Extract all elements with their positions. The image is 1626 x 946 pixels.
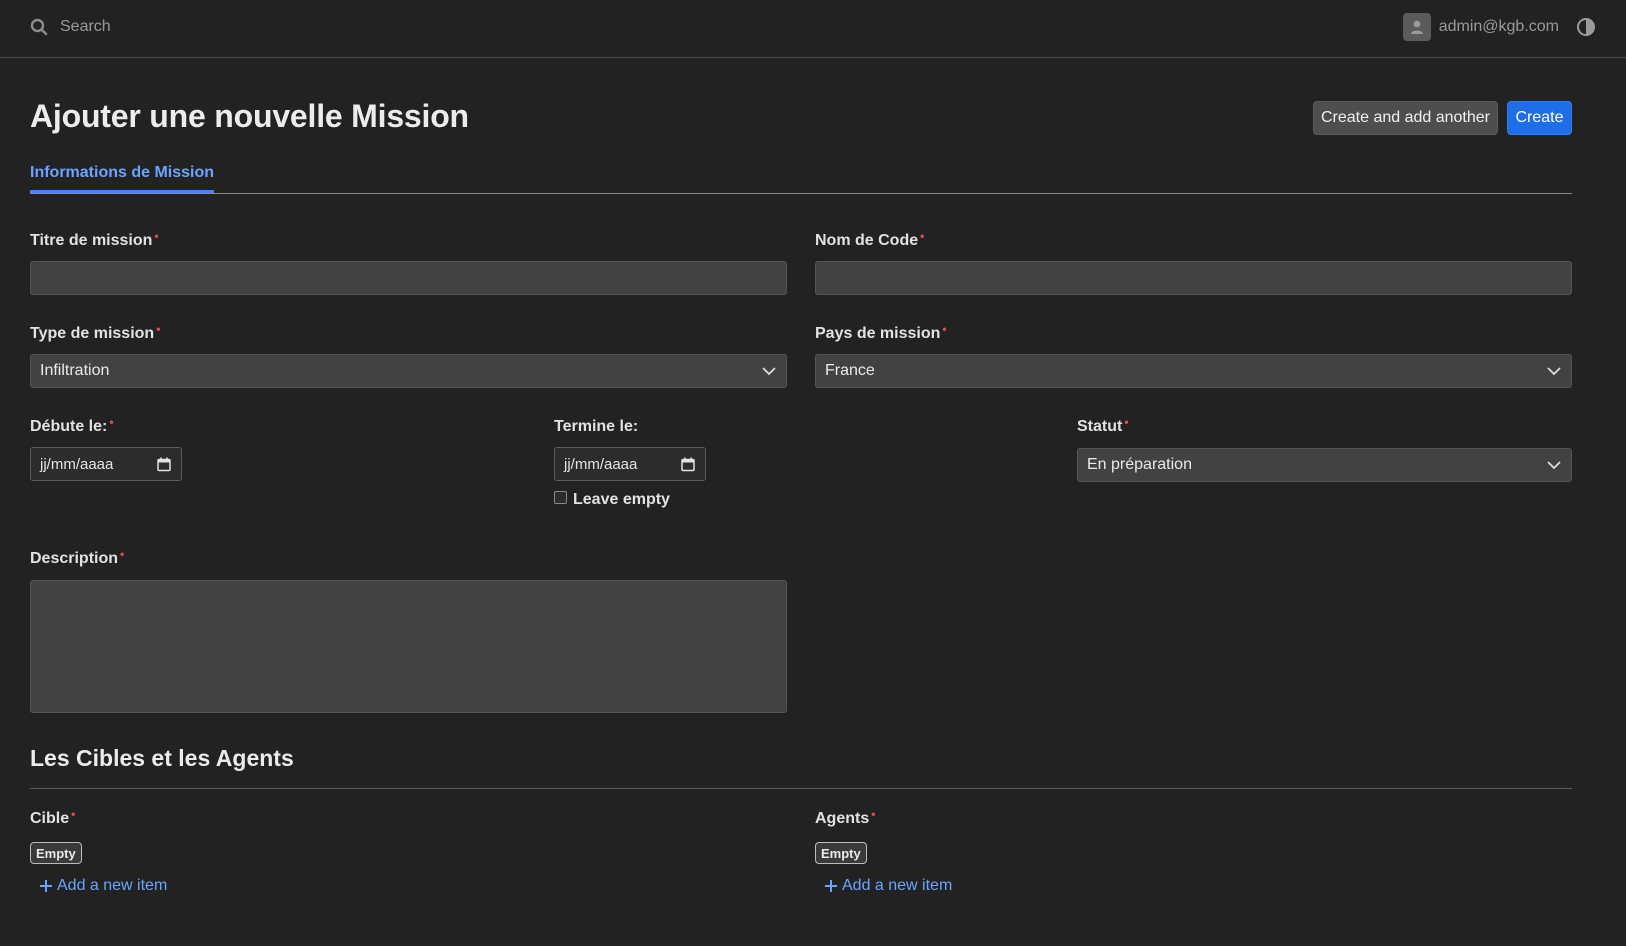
- required-marker: •: [1124, 415, 1129, 429]
- statut-value: En préparation: [1087, 456, 1192, 473]
- chevron-down-icon: [1547, 367, 1561, 376]
- statut-select[interactable]: En préparation: [1077, 448, 1572, 482]
- chevron-down-icon: [762, 367, 776, 376]
- section-divider: [30, 788, 1572, 789]
- required-marker: •: [871, 807, 876, 821]
- fin-date-input[interactable]: jj/mm/aaaa: [554, 447, 706, 481]
- statut-label-text: Statut: [1077, 418, 1123, 435]
- required-marker: •: [156, 322, 161, 336]
- required-marker: •: [154, 229, 159, 243]
- required-marker: •: [942, 322, 947, 336]
- titre-label-text: Titre de mission: [30, 232, 153, 249]
- nom-de-code-input[interactable]: [815, 261, 1572, 295]
- pays-label-text: Pays de mission: [815, 325, 941, 342]
- debut-label-text: Débute le:: [30, 418, 108, 435]
- create-and-add-another-button[interactable]: Create and add another: [1313, 101, 1498, 135]
- agents-label: Agents •: [815, 807, 876, 828]
- statut-label: Statut •: [1077, 415, 1129, 436]
- user-email[interactable]: admin@kgb.com: [1439, 18, 1559, 36]
- agents-empty-badge: Empty: [815, 842, 867, 864]
- cible-empty-badge: Empty: [30, 842, 82, 864]
- search-bar: [30, 16, 360, 38]
- cible-label: Cible •: [30, 807, 76, 828]
- required-marker: •: [71, 807, 76, 821]
- pays-de-mission-value: France: [825, 362, 875, 379]
- cible-add-item-label[interactable]: Add a new item: [57, 877, 167, 895]
- search-icon: [30, 18, 48, 36]
- required-marker: •: [920, 229, 925, 243]
- search-input[interactable]: [60, 18, 360, 36]
- user-menu[interactable]: admin@kgb.com: [1402, 12, 1596, 42]
- type-de-mission-value: Infiltration: [40, 362, 110, 379]
- leave-empty-checkbox[interactable]: [554, 491, 567, 504]
- calendar-icon[interactable]: [157, 457, 171, 472]
- cible-label-text: Cible: [30, 810, 70, 827]
- avatar[interactable]: [1402, 13, 1431, 41]
- description-label: Description •: [30, 547, 125, 568]
- fin-date-placeholder: jj/mm/aaaa: [564, 455, 638, 473]
- leave-empty-label[interactable]: Leave empty: [573, 491, 670, 509]
- agents-label-text: Agents: [815, 810, 870, 827]
- description-label-text: Description: [30, 550, 119, 567]
- debut-date-input[interactable]: jj/mm/aaaa: [30, 447, 182, 481]
- titre-label: Titre de mission •: [30, 229, 159, 250]
- page-title: Ajouter une nouvelle Mission: [30, 98, 469, 134]
- section-title: Les Cibles et les Agents: [30, 745, 294, 771]
- plus-icon: [40, 880, 52, 892]
- nom-code-label-text: Nom de Code: [815, 232, 919, 249]
- pays-de-mission-select[interactable]: France: [815, 354, 1572, 388]
- fin-label: Termine le:: [554, 418, 639, 435]
- user-icon: [1410, 20, 1423, 34]
- required-marker: •: [120, 547, 125, 561]
- nom-code-label: Nom de Code •: [815, 229, 925, 250]
- calendar-icon[interactable]: [681, 457, 695, 472]
- description-textarea[interactable]: [30, 580, 787, 713]
- type-label-text: Type de mission: [30, 325, 155, 342]
- debut-label: Débute le: •: [30, 415, 114, 436]
- agents-add-item-link[interactable]: Add a new item: [824, 877, 952, 895]
- plus-icon: [825, 880, 837, 892]
- chevron-down-icon: [1547, 461, 1561, 470]
- debut-date-placeholder: jj/mm/aaaa: [40, 455, 114, 473]
- cible-add-item-link[interactable]: Add a new item: [39, 877, 167, 895]
- create-button[interactable]: Create: [1507, 101, 1572, 135]
- tab-bar: Informations de Mission: [30, 158, 1572, 194]
- pays-label: Pays de mission •: [815, 322, 947, 343]
- agents-add-item-label[interactable]: Add a new item: [842, 877, 952, 895]
- top-bar: admin@kgb.com: [0, 0, 1626, 58]
- contrast-icon[interactable]: [1576, 17, 1596, 37]
- titre-de-mission-input[interactable]: [30, 261, 787, 295]
- required-marker: •: [109, 415, 114, 429]
- type-label: Type de mission •: [30, 322, 161, 343]
- type-de-mission-select[interactable]: Infiltration: [30, 354, 787, 388]
- tab-informations-de-mission[interactable]: Informations de Mission: [30, 164, 215, 193]
